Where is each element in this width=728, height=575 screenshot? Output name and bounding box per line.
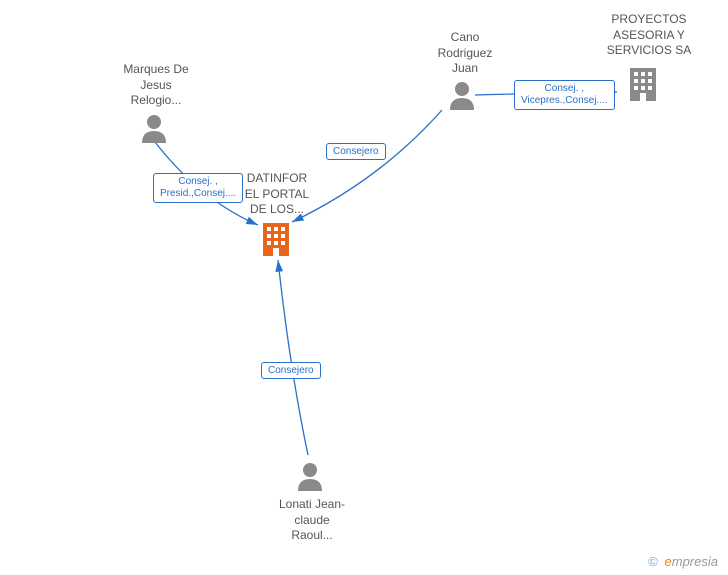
node-label-lonati: Lonati Jean-claudeRaoul... — [262, 497, 362, 544]
person-icon — [448, 80, 476, 110]
brand-e: e — [665, 554, 672, 569]
edge-label-marques-datinfor: Consej. ,Presid.,Consej.... — [153, 173, 243, 203]
edge-label-lonati-datinfor: Consejero — [261, 362, 321, 379]
building-icon — [627, 65, 659, 101]
copyright-symbol: © — [648, 554, 658, 569]
node-label-marques: Marques DeJesusRelogio... — [106, 62, 206, 109]
edge-label-cano-datinfor: Consejero — [326, 143, 386, 160]
person-icon — [140, 113, 168, 143]
building-icon-center — [260, 220, 292, 256]
brand-rest: mpresia — [672, 554, 718, 569]
watermark: © empresia — [648, 554, 718, 569]
person-icon — [296, 461, 324, 491]
node-label-cano: CanoRodriguezJuan — [415, 30, 515, 77]
edge-lonati-datinfor — [278, 260, 308, 455]
node-label-proyectos: PROYECTOSASESORIA YSERVICIOS SA — [589, 12, 709, 59]
edge-label-cano-proyectos: Consej. ,Vicepres.,Consej.... — [514, 80, 615, 110]
